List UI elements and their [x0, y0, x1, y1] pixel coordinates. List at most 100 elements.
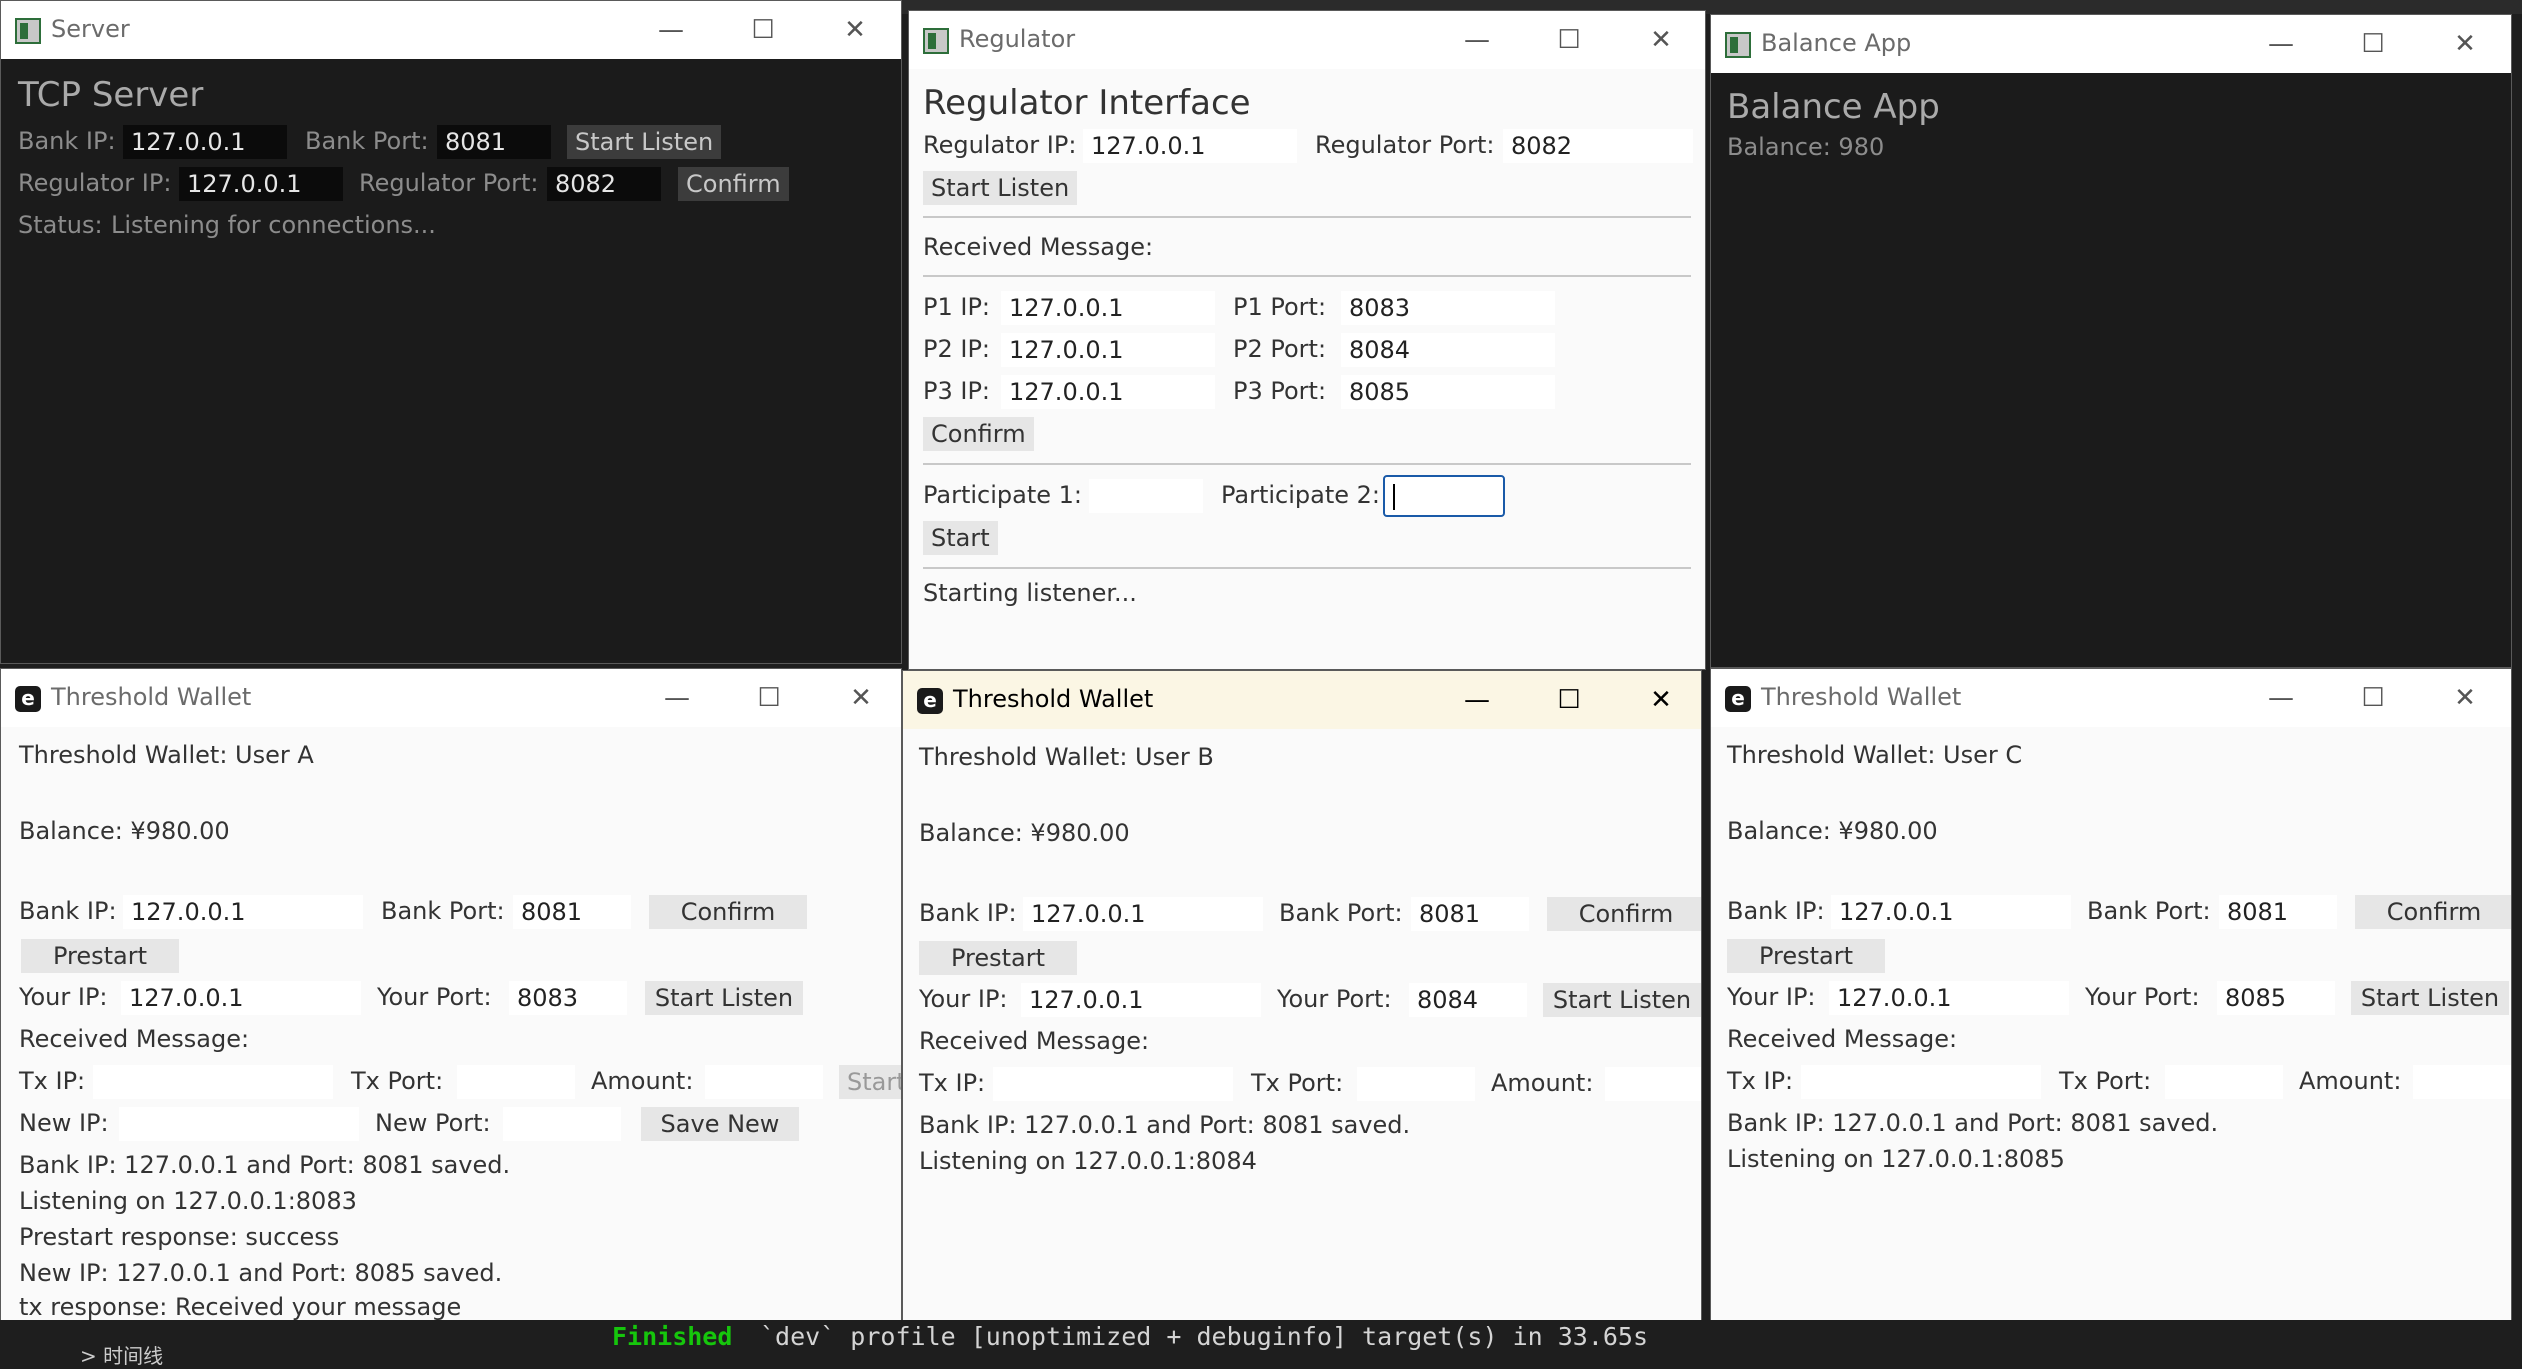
- amount-input[interactable]: [2413, 1065, 2511, 1099]
- close-icon[interactable]: ✕: [2425, 675, 2505, 721]
- wallet-b-titlebar[interactable]: e Threshold Wallet — ☐ ✕: [903, 671, 1701, 729]
- maximize-icon[interactable]: ☐: [1529, 17, 1609, 63]
- close-icon[interactable]: ✕: [1621, 17, 1701, 63]
- your-ip-input[interactable]: 127.0.0.1: [121, 981, 361, 1015]
- maximize-icon[interactable]: ☐: [1529, 677, 1609, 723]
- balance-titlebar[interactable]: Balance App — ☐ ✕: [1711, 15, 2511, 73]
- start-listen-button[interactable]: Start Listen: [645, 981, 803, 1015]
- bank-ip-input[interactable]: 127.0.0.1: [123, 125, 287, 159]
- close-icon[interactable]: ✕: [1621, 677, 1701, 723]
- server-titlebar[interactable]: Server — ☐ ✕: [1, 1, 901, 59]
- log-line: Listening on 127.0.0.1:8083: [19, 1187, 357, 1215]
- server-content: TCP Server Bank IP: 127.0.0.1 Bank Port:…: [1, 59, 901, 663]
- your-port-input[interactable]: 8084: [1409, 983, 1527, 1017]
- tx-port-input[interactable]: [2165, 1065, 2283, 1099]
- tx-ip-input[interactable]: [993, 1067, 1233, 1101]
- regulator-port-label: Regulator Port:: [359, 169, 539, 197]
- confirm-button[interactable]: Confirm: [1547, 897, 1701, 931]
- amount-input[interactable]: [1605, 1067, 1701, 1101]
- maximize-icon[interactable]: ☐: [723, 7, 803, 53]
- tx-port-input[interactable]: [457, 1065, 575, 1099]
- window-title: Threshold Wallet: [51, 683, 252, 711]
- app-icon: e: [15, 686, 41, 712]
- minimize-icon[interactable]: —: [637, 675, 717, 721]
- p3-port-input[interactable]: 8085: [1341, 375, 1555, 409]
- minimize-icon[interactable]: —: [631, 7, 711, 53]
- bank-ip-input[interactable]: 127.0.0.1: [123, 895, 363, 929]
- minimize-icon[interactable]: —: [2241, 675, 2321, 721]
- start-listen-button[interactable]: Start Listen: [923, 171, 1078, 205]
- start-listen-button[interactable]: Start Listen: [567, 125, 722, 159]
- text-caret: [1393, 484, 1395, 510]
- bank-ip-input[interactable]: 127.0.0.1: [1023, 897, 1263, 931]
- p1-port-input[interactable]: 8083: [1341, 291, 1555, 325]
- minimize-icon[interactable]: —: [1437, 677, 1517, 723]
- close-icon[interactable]: ✕: [815, 7, 895, 53]
- received-message-label: Received Message:: [1727, 1025, 1958, 1053]
- p2-ip-input[interactable]: 127.0.0.1: [1001, 333, 1215, 367]
- your-port-input[interactable]: 8083: [509, 981, 627, 1015]
- wallet-b-content: Threshold Wallet: User B Balance: ¥980.0…: [903, 729, 1701, 1327]
- bank-ip-input[interactable]: 127.0.0.1: [1831, 895, 2071, 929]
- maximize-icon[interactable]: ☐: [2333, 21, 2413, 67]
- regulator-ip-input[interactable]: 127.0.0.1: [1083, 129, 1297, 163]
- regulator-ip-input[interactable]: 127.0.0.1: [179, 167, 343, 201]
- your-port-input[interactable]: 8085: [2217, 981, 2335, 1015]
- prestart-button[interactable]: Prestart: [919, 941, 1077, 975]
- p1-ip-input[interactable]: 127.0.0.1: [1001, 291, 1215, 325]
- balance-content: Balance App Balance: 980: [1711, 73, 2511, 667]
- tx-ip-input[interactable]: [1801, 1065, 2041, 1099]
- log-line: tx response: Received your message: [19, 1293, 462, 1321]
- maximize-icon[interactable]: ☐: [2333, 675, 2413, 721]
- regulator-port-input[interactable]: 8082: [1503, 129, 1693, 163]
- bank-port-input[interactable]: 8081: [1411, 897, 1529, 931]
- minimize-icon[interactable]: —: [1437, 17, 1517, 63]
- bank-ip-label: Bank IP:: [19, 897, 117, 925]
- tx-port-input[interactable]: [1357, 1067, 1475, 1101]
- timeline-panel-toggle[interactable]: > 时间线: [80, 1340, 163, 1369]
- new-ip-input[interactable]: [119, 1107, 359, 1141]
- balance-text: Balance: ¥980.00: [919, 819, 1130, 847]
- start-listen-button[interactable]: Start Listen: [1543, 983, 1701, 1017]
- your-ip-input[interactable]: 127.0.0.1: [1021, 983, 1261, 1017]
- p3-ip-label: P3 IP:: [923, 377, 991, 405]
- participate-1-input[interactable]: [1089, 479, 1203, 513]
- p3-ip-input[interactable]: 127.0.0.1: [1001, 375, 1215, 409]
- wallet-a-titlebar[interactable]: e Threshold Wallet — ☐ ✕: [1, 669, 901, 727]
- amount-input[interactable]: [705, 1065, 823, 1099]
- participate-2-label: Participate 2:: [1221, 481, 1381, 509]
- prestart-button[interactable]: Prestart: [21, 939, 179, 973]
- wallet-c-titlebar[interactable]: e Threshold Wallet — ☐ ✕: [1711, 669, 2511, 727]
- maximize-icon[interactable]: ☐: [729, 675, 809, 721]
- minimize-icon[interactable]: —: [2241, 21, 2321, 67]
- confirm-button[interactable]: Confirm: [923, 417, 1034, 451]
- p2-port-input[interactable]: 8084: [1341, 333, 1555, 367]
- save-new-button[interactable]: Save New: [641, 1107, 799, 1141]
- regulator-ip-label: Regulator IP:: [923, 131, 1077, 159]
- confirm-button[interactable]: Confirm: [678, 167, 789, 201]
- regulator-titlebar[interactable]: Regulator — ☐ ✕: [909, 11, 1705, 69]
- prestart-button[interactable]: Prestart: [1727, 939, 1885, 973]
- divider: [923, 216, 1691, 218]
- confirm-button[interactable]: Confirm: [649, 895, 807, 929]
- wallet-b-window: e Threshold Wallet — ☐ ✕ Threshold Walle…: [902, 670, 1702, 1328]
- close-icon[interactable]: ✕: [821, 675, 901, 721]
- start-tx-button[interactable]: Start: [839, 1065, 901, 1099]
- start-listen-button[interactable]: Start Listen: [2351, 981, 2509, 1015]
- start-button[interactable]: Start: [923, 521, 998, 555]
- tx-port-label: Tx Port:: [2059, 1067, 2152, 1095]
- your-ip-input[interactable]: 127.0.0.1: [1829, 981, 2069, 1015]
- new-port-input[interactable]: [503, 1107, 621, 1141]
- confirm-button[interactable]: Confirm: [2355, 895, 2511, 929]
- bank-port-input[interactable]: 8081: [2219, 895, 2337, 929]
- tx-ip-input[interactable]: [93, 1065, 333, 1099]
- window-title: Regulator: [959, 25, 1076, 53]
- bank-port-input[interactable]: 8081: [513, 895, 631, 929]
- divider: [923, 567, 1691, 569]
- participate-2-input[interactable]: [1383, 475, 1505, 517]
- regulator-port-input[interactable]: 8082: [547, 167, 661, 201]
- close-icon[interactable]: ✕: [2425, 21, 2505, 67]
- wallet-a-window: e Threshold Wallet — ☐ ✕ Threshold Walle…: [0, 668, 902, 1326]
- bank-port-input[interactable]: 8081: [437, 125, 551, 159]
- page-title: Threshold Wallet: User A: [19, 741, 314, 769]
